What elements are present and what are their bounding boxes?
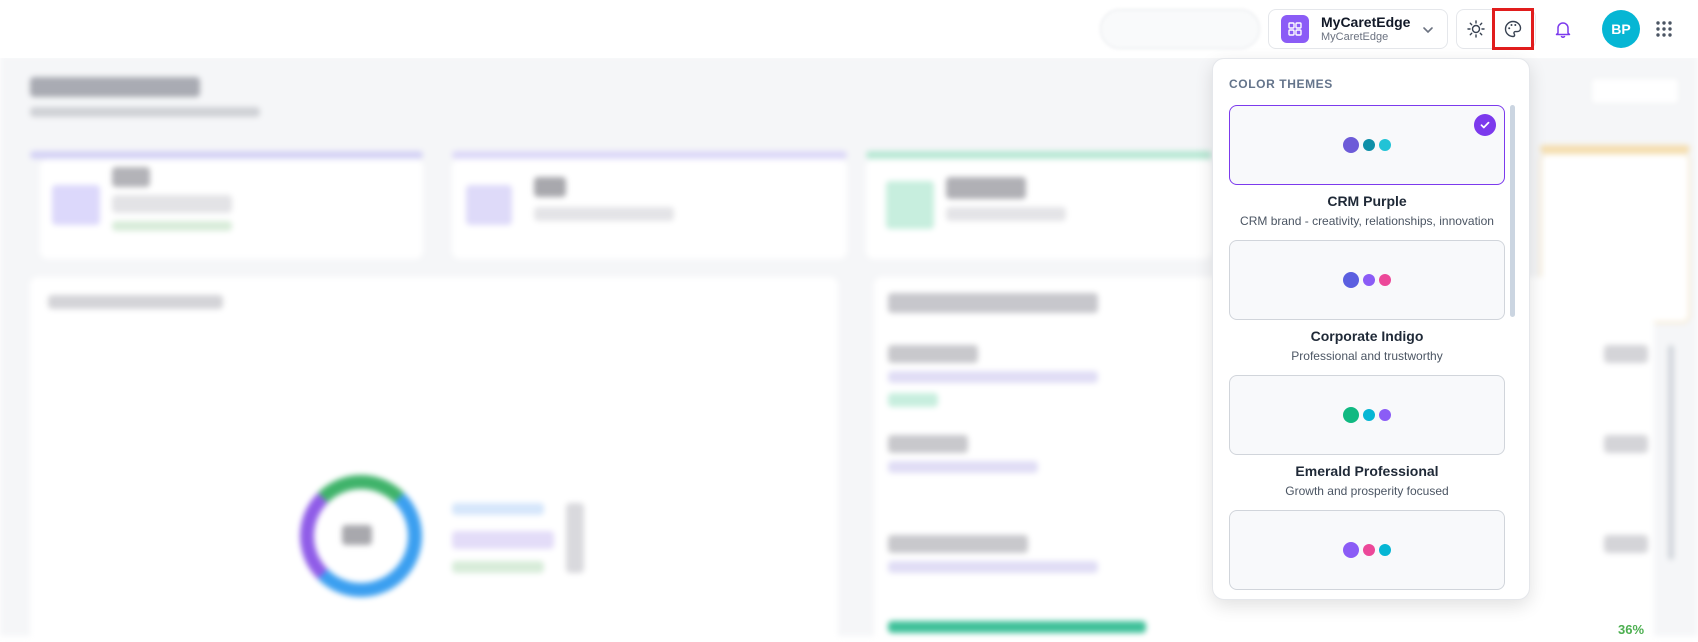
color-dot bbox=[1363, 544, 1375, 556]
bell-icon[interactable] bbox=[1545, 11, 1581, 47]
theme-swatch-card[interactable] bbox=[1229, 105, 1505, 185]
color-dot bbox=[1363, 274, 1375, 286]
palette-icon[interactable] bbox=[1492, 8, 1534, 50]
search-input[interactable] bbox=[1100, 9, 1260, 49]
color-dot bbox=[1379, 274, 1391, 286]
color-dot bbox=[1379, 544, 1391, 556]
theme-description: CRM brand - creativity, relationships, i… bbox=[1240, 214, 1494, 228]
theme-swatch-card[interactable] bbox=[1229, 240, 1505, 320]
color-dot bbox=[1343, 137, 1359, 153]
theme-option-emerald-professional[interactable]: Emerald Professional Growth and prosperi… bbox=[1229, 375, 1505, 498]
chevron-down-icon bbox=[1421, 23, 1435, 42]
color-dot bbox=[1343, 407, 1359, 423]
theme-option-4[interactable] bbox=[1229, 510, 1505, 590]
grid-icon[interactable] bbox=[1646, 11, 1682, 47]
sun-icon[interactable] bbox=[1458, 11, 1494, 47]
theme-description: Professional and trustworthy bbox=[1291, 349, 1443, 363]
progress-percent-label: 36% bbox=[1618, 622, 1645, 637]
workspace-logo-icon bbox=[1281, 15, 1309, 43]
theme-swatch-card[interactable] bbox=[1229, 375, 1505, 455]
color-dot bbox=[1343, 542, 1359, 558]
color-dot bbox=[1343, 272, 1359, 288]
theme-option-crm-purple[interactable]: CRM Purple CRM brand - creativity, relat… bbox=[1229, 105, 1505, 228]
color-dot bbox=[1379, 139, 1391, 151]
workspace-switcher[interactable]: MyCaretEdge MyCaretEdge bbox=[1268, 9, 1448, 49]
theme-swatch-card[interactable] bbox=[1229, 510, 1505, 590]
theme-name: CRM Purple bbox=[1327, 193, 1407, 209]
checkmark-icon bbox=[1474, 114, 1496, 136]
scrollbar-thumb[interactable] bbox=[1510, 105, 1515, 317]
theme-option-corporate-indigo[interactable]: Corporate Indigo Professional and trustw… bbox=[1229, 240, 1505, 363]
top-bar: MyCaretEdge MyCaretEdge BP bbox=[0, 0, 1698, 58]
workspace-name: MyCaretEdge bbox=[1321, 14, 1411, 30]
theme-name: Corporate Indigo bbox=[1310, 328, 1424, 344]
grid-squares-icon bbox=[1288, 22, 1302, 36]
color-dot bbox=[1363, 409, 1375, 421]
avatar[interactable]: BP bbox=[1602, 10, 1640, 48]
color-dot bbox=[1379, 409, 1391, 421]
theme-name: Emerald Professional bbox=[1295, 463, 1439, 479]
color-themes-panel: COLOR THEMES CRM Purple CRM brand - crea… bbox=[1212, 58, 1530, 600]
theme-description: Growth and prosperity focused bbox=[1285, 484, 1449, 498]
color-dot bbox=[1363, 139, 1375, 151]
workspace-subtitle: MyCaretEdge bbox=[1321, 31, 1389, 43]
panel-title: COLOR THEMES bbox=[1229, 77, 1333, 91]
